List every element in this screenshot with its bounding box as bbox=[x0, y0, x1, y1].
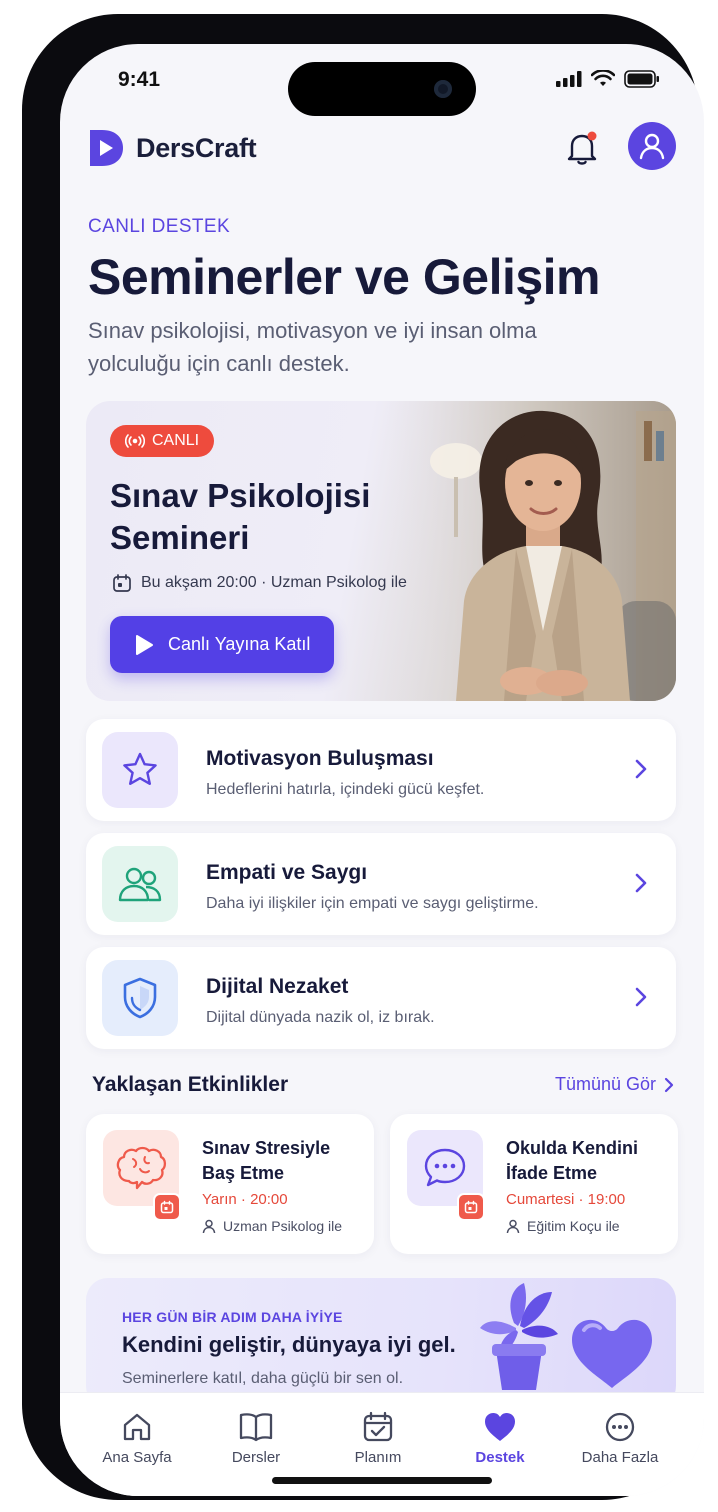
presenter-photo bbox=[386, 401, 676, 701]
status-time: 9:41 bbox=[118, 68, 161, 91]
tab-label: Daha Fazla bbox=[581, 1449, 659, 1466]
app-name: DersCraft bbox=[136, 132, 257, 163]
feature-desc: Daha iyi ilişkiler için empati ve saygı … bbox=[206, 895, 539, 912]
see-all-label: Tümünü Gör bbox=[554, 1074, 656, 1094]
join-live-button[interactable]: Canlı Yayına Katıl bbox=[110, 616, 334, 673]
feature-icon-box bbox=[102, 732, 178, 808]
feature-desc: Hedeflerini hatırla, içindeki gücü keşfe… bbox=[206, 781, 485, 798]
chevron-right-icon bbox=[635, 759, 647, 779]
feature-title: Dijital Nezaket bbox=[206, 975, 349, 998]
camera-icon bbox=[434, 80, 452, 98]
shield-icon bbox=[123, 977, 157, 1019]
heart-icon bbox=[485, 1413, 515, 1441]
person-icon bbox=[202, 1219, 216, 1233]
tab-support[interactable]: Destek bbox=[445, 1411, 555, 1466]
hero-title: Sınav Psikolojisi Semineri bbox=[110, 477, 371, 556]
tab-label: Planım bbox=[354, 1449, 402, 1466]
feature-card-motivation[interactable]: Motivasyon Buluşması Hedeflerini hatırla… bbox=[86, 719, 676, 821]
event-title: Sınav Stresiyle Baş Etme bbox=[202, 1138, 331, 1183]
broadcast-icon bbox=[125, 434, 145, 448]
bell-icon bbox=[567, 131, 597, 165]
user-icon bbox=[639, 133, 665, 160]
play-icon bbox=[136, 634, 153, 655]
tab-label: Dersler bbox=[231, 1449, 281, 1466]
feature-card-digital-etiquette[interactable]: Dijital Nezaket Dijital dünyada nazik ol… bbox=[86, 947, 676, 1049]
promo-title: Kendini geliştir, dünyaya iyi gel. bbox=[122, 1332, 456, 1357]
tab-label: Ana Sayfa bbox=[102, 1449, 172, 1466]
tab-my-plan[interactable]: Planım bbox=[323, 1411, 433, 1466]
tab-label: Destek bbox=[475, 1449, 525, 1466]
calendar-check-icon bbox=[363, 1411, 393, 1442]
phone-frame: 9:41 DersCraft CANLI DESTEK Seminerler v… bbox=[22, 14, 704, 1500]
event-card[interactable]: Sınav Stresiyle Baş Etme Yarın · 20:00 U… bbox=[86, 1114, 374, 1254]
event-time: Yarın · 20:00 bbox=[202, 1191, 288, 1208]
feature-title: Motivasyon Buluşması bbox=[206, 747, 434, 770]
app-screen: 9:41 DersCraft CANLI DESTEK Seminerler v… bbox=[60, 44, 704, 1496]
chat-bubble-icon bbox=[424, 1148, 466, 1187]
live-badge-label: CANLI bbox=[152, 432, 200, 449]
event-time: Cumartesi · 19:00 bbox=[506, 1191, 626, 1208]
logo-mark-icon bbox=[90, 130, 123, 166]
feature-icon-box bbox=[102, 846, 178, 922]
event-card[interactable]: Okulda Kendini İfade Etme Cumartesi · 19… bbox=[390, 1114, 678, 1254]
calendar-icon bbox=[113, 574, 131, 592]
more-icon bbox=[605, 1412, 635, 1442]
calendar-badge-icon bbox=[153, 1193, 181, 1221]
signal-icon bbox=[556, 71, 582, 87]
event-host-label: Uzman Psikolog ile bbox=[223, 1218, 343, 1234]
feature-title: Empati ve Saygı bbox=[206, 861, 368, 884]
tab-more[interactable]: Daha Fazla bbox=[565, 1411, 675, 1466]
hero-meta: Bu akşam 20:00 · Uzman Psikolog ile bbox=[112, 573, 407, 593]
home-icon bbox=[123, 1413, 151, 1441]
wifi-icon bbox=[591, 70, 615, 86]
see-all-link[interactable]: Tümünü Gör bbox=[555, 1074, 674, 1095]
upcoming-section-title: Yaklaşan Etkinlikler bbox=[92, 1073, 289, 1096]
event-host-label: Eğitim Koçu ile bbox=[527, 1218, 620, 1234]
battery-icon bbox=[624, 70, 659, 88]
tab-home[interactable]: Ana Sayfa bbox=[82, 1411, 192, 1466]
promo-banner: HER GÜN BİR ADIM DAHA İYİYE Kendini geli… bbox=[86, 1278, 676, 1408]
profile-avatar-button[interactable] bbox=[628, 122, 676, 170]
brain-icon bbox=[116, 1146, 167, 1190]
hero-meta-text: Bu akşam 20:00 · Uzman Psikolog ile bbox=[141, 574, 407, 591]
status-icons bbox=[556, 70, 660, 88]
book-icon bbox=[239, 1413, 273, 1442]
chevron-right-icon bbox=[635, 873, 647, 893]
page-eyebrow: CANLI DESTEK bbox=[88, 216, 231, 237]
dynamic-island bbox=[288, 62, 476, 116]
feature-desc: Dijital dünyada nazik ol, iz bırak. bbox=[206, 1009, 435, 1026]
calendar-badge-icon bbox=[457, 1193, 485, 1221]
page-title: Seminerler ve Gelişim bbox=[88, 249, 601, 305]
chevron-right-icon bbox=[664, 1077, 674, 1092]
chevron-right-icon bbox=[635, 987, 647, 1007]
app-logo[interactable]: DersCraft bbox=[88, 126, 257, 170]
star-icon bbox=[123, 752, 157, 785]
home-indicator bbox=[272, 1477, 492, 1484]
person-icon bbox=[506, 1219, 520, 1233]
live-badge: CANLI bbox=[110, 425, 215, 457]
promo-subtitle: Seminerlere katıl, daha güçlü bir sen ol… bbox=[122, 1370, 404, 1387]
notifications-button[interactable] bbox=[562, 128, 602, 168]
plant-heart-illustration bbox=[480, 1283, 652, 1390]
live-seminar-card[interactable]: CANLI Sınav Psikolojisi Semineri Bu akşa… bbox=[86, 401, 676, 701]
event-host: Eğitim Koçu ile bbox=[506, 1218, 620, 1234]
feature-icon-box bbox=[102, 960, 178, 1036]
event-host: Uzman Psikolog ile bbox=[202, 1218, 342, 1234]
event-title: Okulda Kendini İfade Etme bbox=[506, 1138, 639, 1183]
promo-eyebrow: HER GÜN BİR ADIM DAHA İYİYE bbox=[122, 1309, 343, 1325]
page-subtitle: Sınav psikolojisi, motivasyon ve iyi ins… bbox=[88, 318, 537, 376]
feature-card-empathy[interactable]: Empati ve Saygı Daha iyi ilişkiler için … bbox=[86, 833, 676, 935]
people-icon bbox=[118, 867, 162, 902]
join-live-label: Canlı Yayına Katıl bbox=[168, 634, 311, 654]
tab-courses[interactable]: Dersler bbox=[201, 1411, 311, 1466]
